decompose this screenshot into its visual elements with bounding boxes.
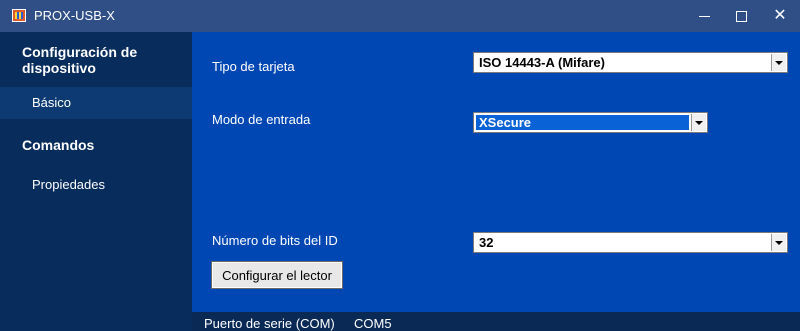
id-bits-select[interactable]: 32 xyxy=(473,232,788,253)
title-bar: PROX-USB-X ✕ xyxy=(0,0,800,32)
close-button[interactable]: ✕ xyxy=(760,0,800,32)
card-type-value: ISO 14443-A (Mifare) xyxy=(479,55,605,70)
window-title: PROX-USB-X xyxy=(34,8,115,23)
input-mode-value: XSecure xyxy=(479,115,532,130)
input-mode-select[interactable]: XSecure xyxy=(473,112,708,133)
sidebar-item-basico[interactable]: Básico xyxy=(0,87,192,119)
id-bits-value: 32 xyxy=(479,235,494,250)
app-icon xyxy=(12,9,26,22)
sidebar-group-configuracion[interactable]: Configuración de dispositivo xyxy=(0,44,192,76)
sidebar-item-propiedades[interactable]: Propiedades xyxy=(0,169,192,201)
card-type-label: Tipo de tarjeta xyxy=(212,59,295,74)
serial-port-value: COM5 xyxy=(354,316,392,331)
maximize-icon xyxy=(735,10,747,22)
chevron-down-icon[interactable] xyxy=(771,54,786,71)
status-bar-left xyxy=(0,312,192,331)
minimize-button[interactable] xyxy=(684,0,724,32)
id-bits-label: Número de bits del ID xyxy=(212,233,338,248)
chevron-down-icon[interactable] xyxy=(771,234,786,251)
minimize-icon xyxy=(698,15,710,17)
chevron-down-icon[interactable] xyxy=(691,114,706,131)
main-panel: Tipo de tarjeta ISO 14443-A (Mifare) Mod… xyxy=(192,32,800,312)
configure-reader-button[interactable]: Configurar el lector xyxy=(211,261,343,289)
status-bar: Puerto de serie (COM) COM5 xyxy=(192,312,800,331)
input-mode-label: Modo de entrada xyxy=(212,112,311,127)
sidebar: Configuración de dispositivo Básico Coma… xyxy=(0,32,192,312)
card-type-select[interactable]: ISO 14443-A (Mifare) xyxy=(473,52,788,73)
maximize-button[interactable] xyxy=(721,0,761,32)
sidebar-group-comandos[interactable]: Comandos xyxy=(0,137,192,153)
serial-port-label: Puerto de serie (COM) xyxy=(204,316,335,331)
close-icon: ✕ xyxy=(773,7,787,24)
